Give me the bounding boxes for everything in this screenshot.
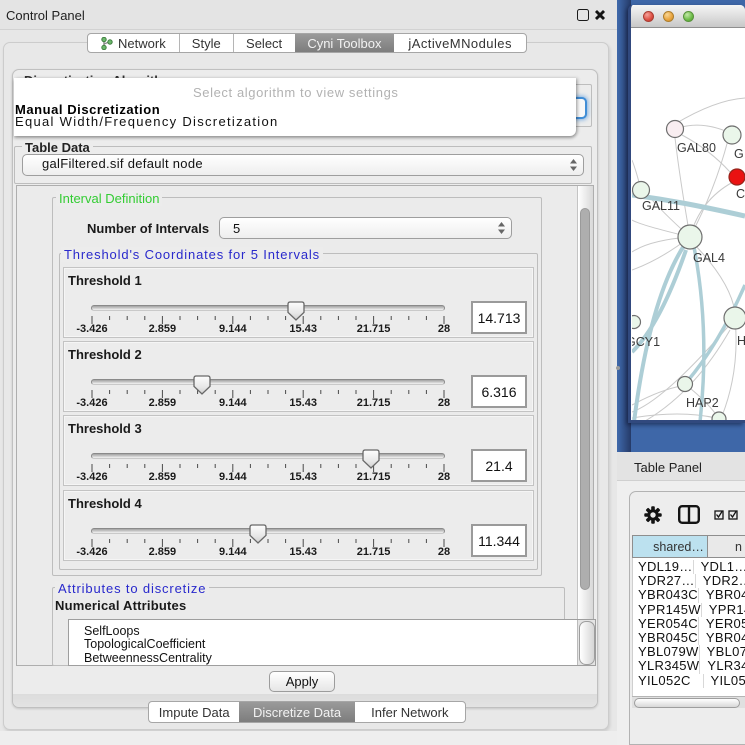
- svg-text:C: C: [736, 187, 745, 201]
- svg-text:GAL80: GAL80: [677, 141, 716, 155]
- svg-text:HAP2: HAP2: [686, 396, 719, 410]
- svg-text:G: G: [734, 147, 744, 161]
- svg-text:GAL11: GAL11: [642, 199, 680, 213]
- svg-text:GAL4: GAL4: [693, 251, 725, 265]
- svg-text:H: H: [737, 334, 745, 348]
- svg-text:GCY1: GCY1: [632, 335, 660, 349]
